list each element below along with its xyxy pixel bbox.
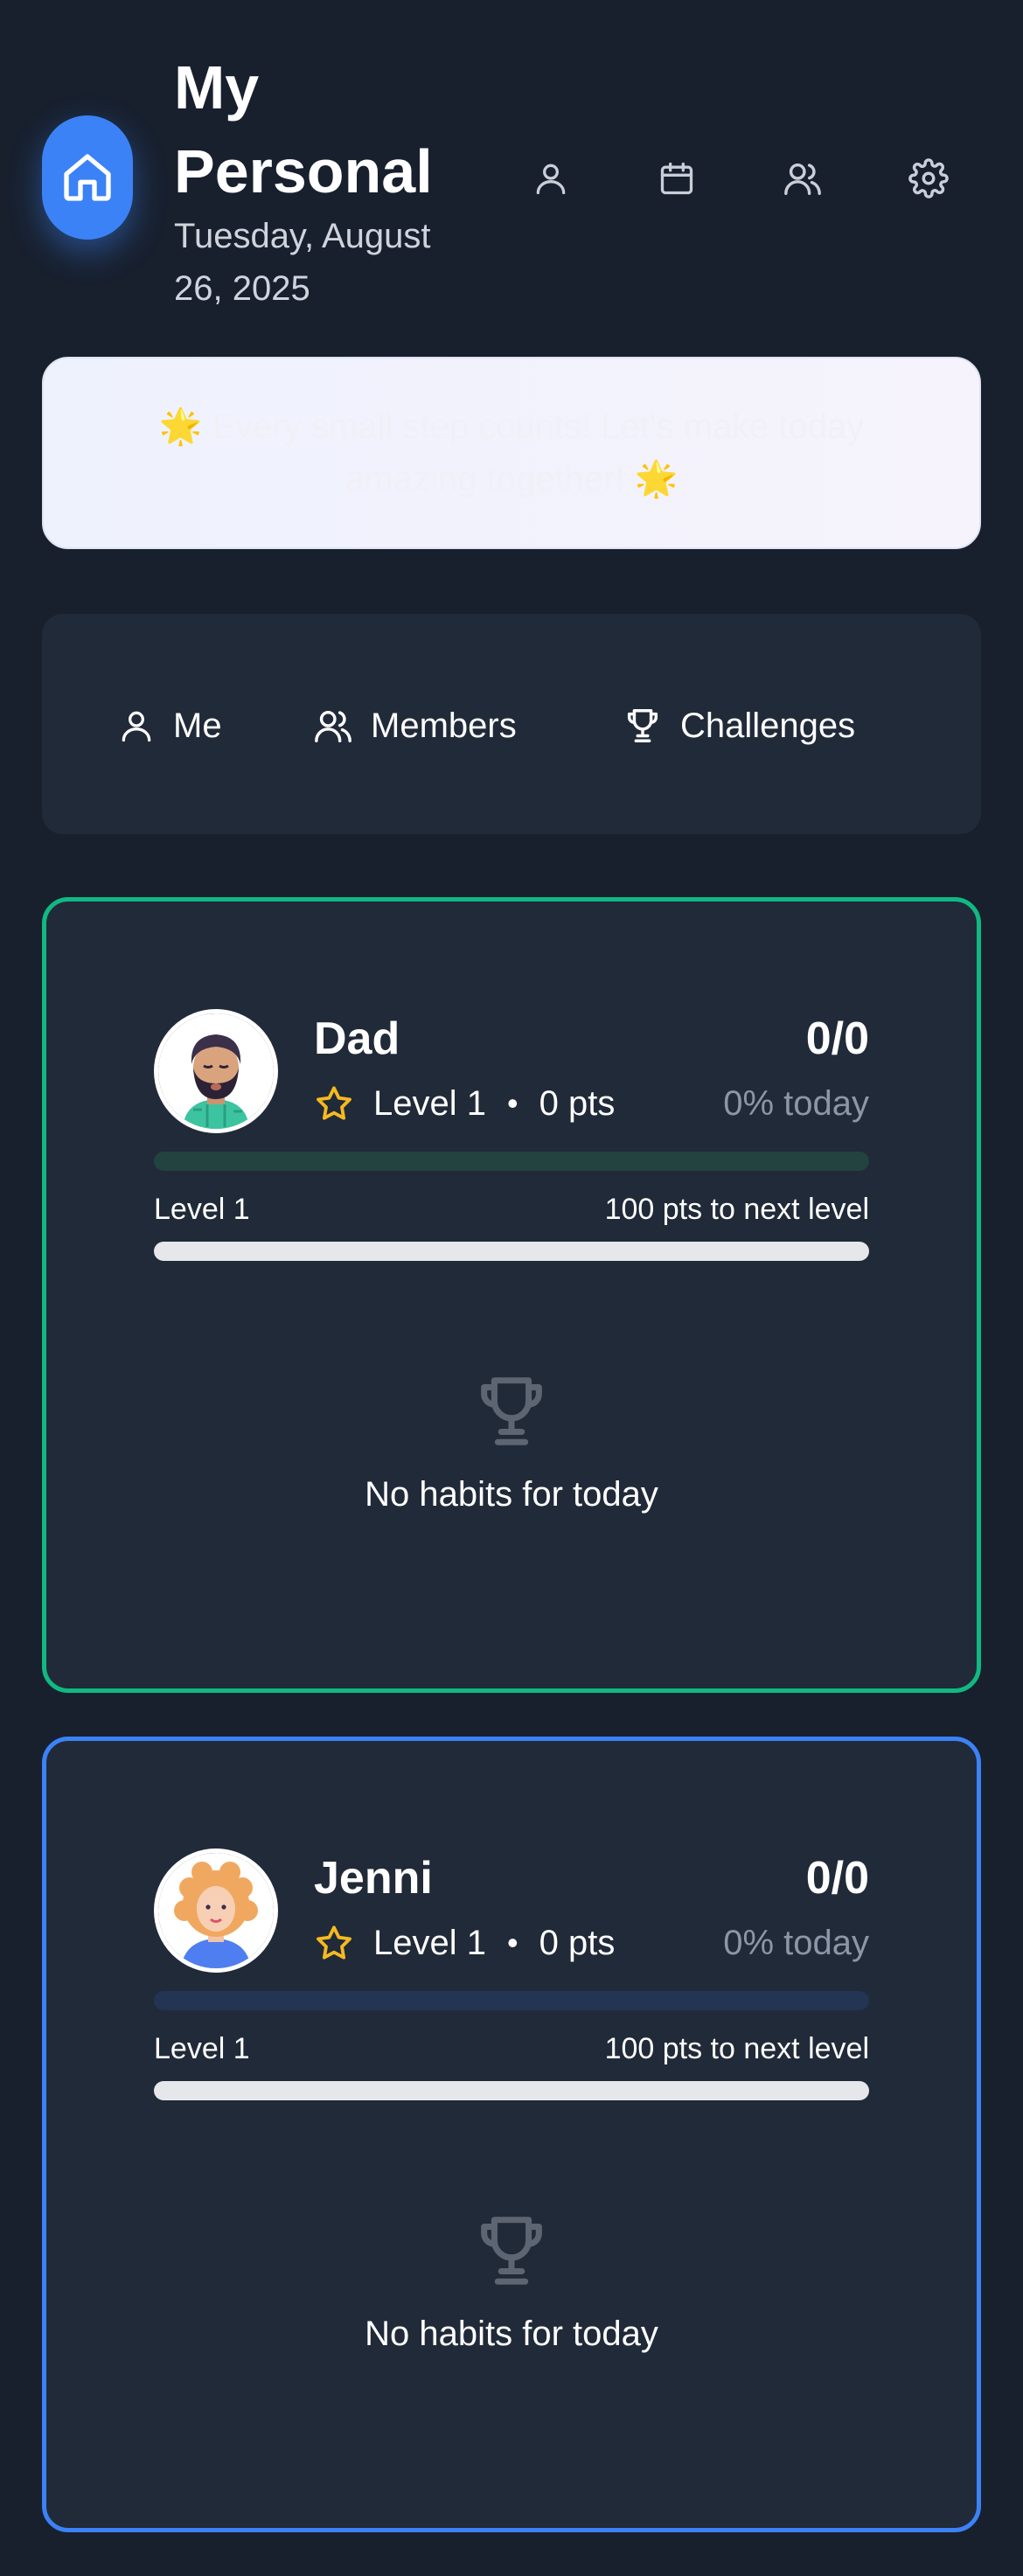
user-icon (536, 164, 566, 195)
points-text: 0 pts (539, 1924, 616, 1962)
tab-label: Challenges (680, 706, 856, 745)
family-button[interactable] (776, 152, 829, 205)
view-tabs: Me Members Challenges (42, 614, 981, 834)
tab-members[interactable]: Members (313, 698, 517, 754)
member-name: Dad (314, 1013, 400, 1064)
home-button[interactable] (42, 115, 133, 240)
users-icon (784, 163, 821, 195)
xp-progress-bar (154, 2081, 869, 2100)
tab-challenges[interactable]: Challenges (623, 698, 855, 754)
daily-percent: 0% today (723, 1924, 869, 1962)
empty-state-text: No habits for today (365, 2315, 658, 2353)
tab-label: Members (371, 706, 517, 745)
settings-icon (908, 158, 949, 198)
motivation-banner: 🌟 Every small step counts! Let's make to… (42, 357, 981, 549)
level-label: Level 1 (154, 2032, 250, 2065)
xp-progress-bar (154, 1242, 869, 1261)
motivation-text: 🌟 Every small step counts! Let's make to… (158, 407, 865, 498)
home-icon (64, 154, 111, 201)
tab-me[interactable]: Me (117, 698, 222, 754)
separator: • (506, 1085, 518, 1121)
trophy-icon (627, 709, 658, 742)
separator: • (506, 1925, 518, 1960)
avatar (154, 1009, 278, 1133)
current-date: Tuesday, August 26, 2025 (174, 217, 431, 308)
tab-label: Me (173, 706, 222, 745)
points-text: 0 pts (539, 1084, 616, 1123)
habit-score: 0/0 (805, 1853, 869, 1904)
next-level-label: 100 pts to next level (604, 2032, 869, 2065)
member-name: Jenni (314, 1853, 433, 1904)
calendar-icon (660, 162, 693, 195)
level-info: Level 1 • 0 pts (314, 1918, 615, 1967)
profile-button[interactable] (525, 152, 577, 205)
level-text: Level 1 (373, 1924, 486, 1962)
next-level-label: 100 pts to next level (604, 1193, 869, 1226)
star-icon (317, 1086, 351, 1120)
trophy-icon (481, 1377, 542, 1445)
calendar-button[interactable] (651, 152, 703, 205)
member-card-dad[interactable]: Dad Level 1 • 0 pts 0/0 0% today Level 1… (42, 897, 981, 1693)
daily-progress-bar (154, 1991, 869, 2010)
habit-score: 0/0 (805, 1013, 869, 1064)
user-icon (122, 711, 151, 742)
page-title: My Personal (174, 53, 433, 205)
avatar (154, 1848, 278, 1973)
users-icon (315, 710, 351, 742)
level-info: Level 1 • 0 pts (314, 1079, 615, 1128)
daily-percent: 0% today (723, 1084, 869, 1123)
level-label: Level 1 (154, 1193, 250, 1226)
star-icon (317, 1925, 351, 1960)
empty-state-text: No habits for today (365, 1475, 658, 1514)
daily-progress-bar (154, 1152, 869, 1171)
header: My Personal Tuesday, August 26, 2025 (0, 0, 1023, 332)
settings-button[interactable] (902, 152, 955, 205)
trophy-icon (481, 2217, 542, 2285)
member-card-jenni[interactable]: Jenni Level 1 • 0 pts 0/0 0% today Level… (42, 1737, 981, 2532)
level-text: Level 1 (373, 1084, 486, 1123)
